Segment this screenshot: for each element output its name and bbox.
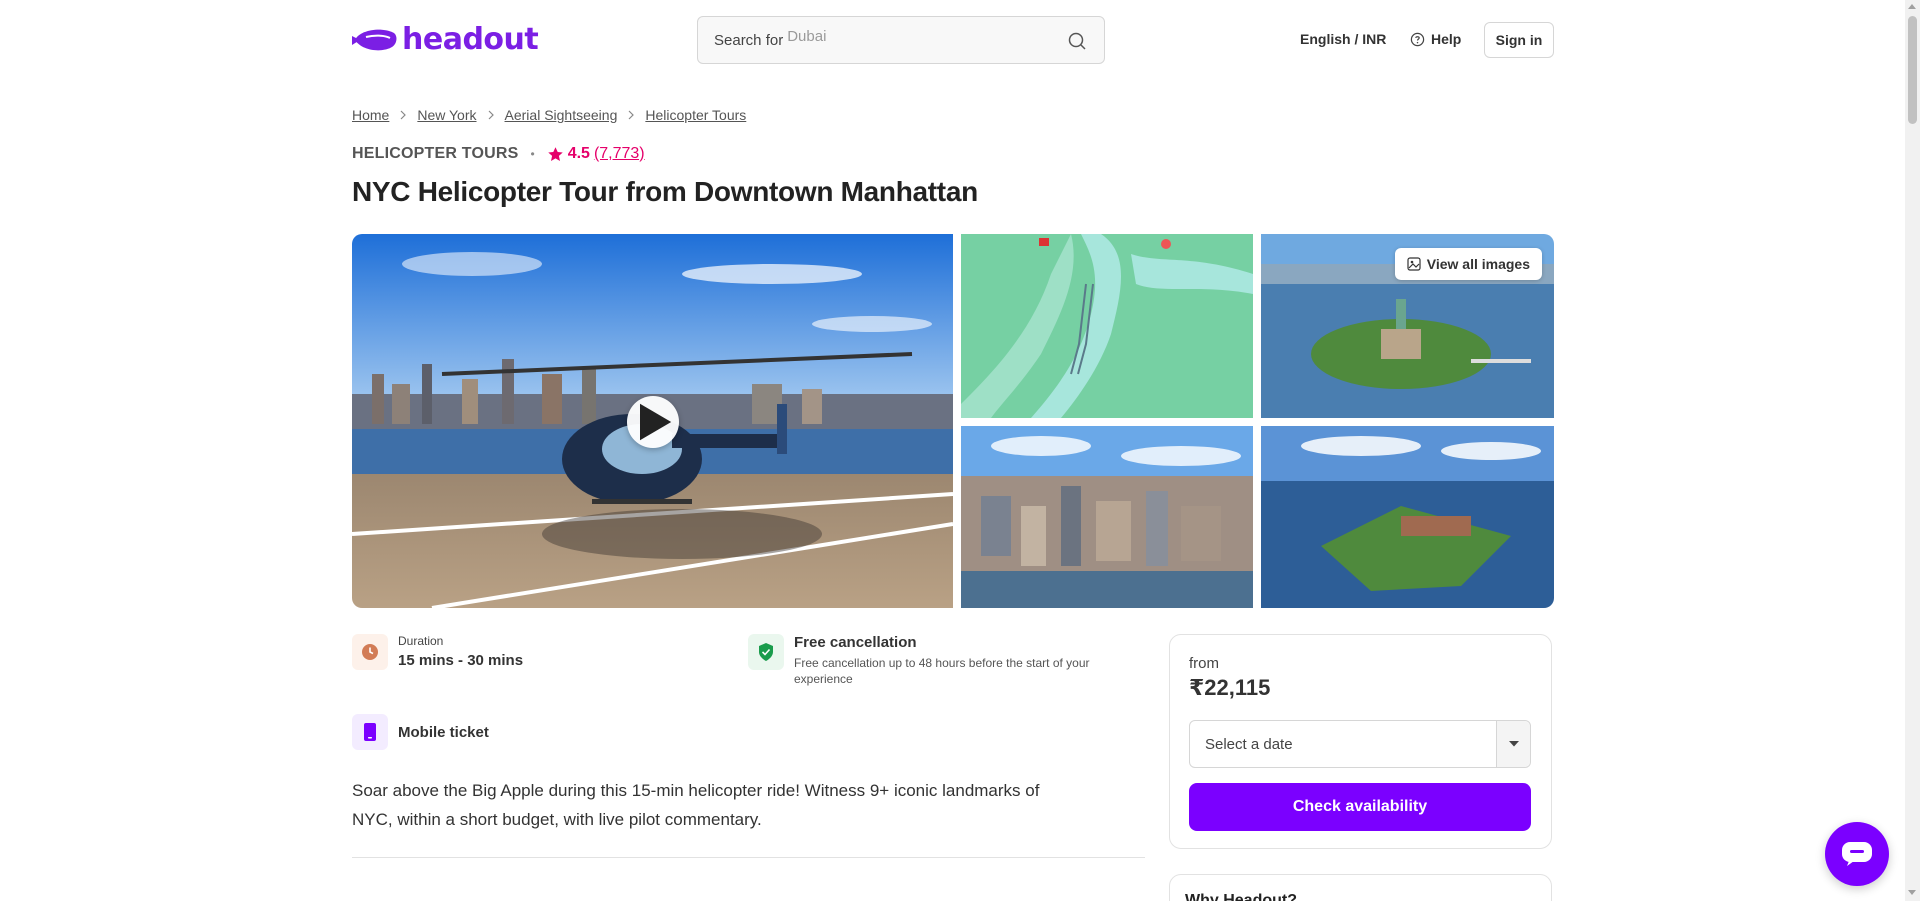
breadcrumb-helicopter-tours[interactable]: Helicopter Tours — [645, 107, 746, 123]
image-icon — [1407, 257, 1421, 271]
sign-in-button[interactable]: Sign in — [1484, 22, 1554, 58]
why-headout-title: Why Headout? — [1185, 892, 1297, 901]
site-header: headout Search for Dubai English / INR H… — [0, 0, 1920, 80]
ellis-island-image[interactable] — [1261, 426, 1554, 608]
page-scrollbar[interactable] — [1905, 0, 1920, 901]
price-from-label: from — [1189, 655, 1219, 672]
booking-card: from ₹22,115 Select a date Check availab… — [1169, 634, 1552, 849]
why-headout-card: Why Headout? — [1169, 874, 1552, 901]
statue-of-liberty-image[interactable]: View all images — [1261, 234, 1554, 418]
blimp-logo-icon — [352, 29, 397, 50]
chat-support-button[interactable] — [1825, 822, 1889, 886]
duration-label: Duration — [398, 634, 444, 648]
help-circle-icon — [1410, 32, 1425, 46]
chevron-right-icon — [621, 108, 641, 122]
breadcrumb: Home New York Aerial Sightseeing Helicop… — [352, 107, 746, 123]
help-link[interactable]: Help — [1410, 31, 1461, 47]
star-icon — [547, 146, 563, 161]
manhattan-aerial-image[interactable] — [961, 426, 1253, 608]
shield-check-icon — [748, 634, 784, 670]
product-page: headout Search for Dubai English / INR H… — [0, 0, 1920, 901]
breadcrumb-home[interactable]: Home — [352, 107, 389, 123]
page-title: NYC Helicopter Tour from Downtown Manhat… — [352, 176, 978, 207]
chat-bubble-icon — [1842, 842, 1872, 866]
mobile-phone-icon — [352, 714, 388, 750]
cancellation-description: Free cancellation up to 48 hours before … — [794, 656, 1090, 686]
logo-text: headout — [402, 22, 539, 57]
review-count-link[interactable]: (7,773) — [594, 145, 645, 163]
date-select-placeholder: Select a date — [1205, 735, 1293, 753]
category-label[interactable]: HELICOPTER TOURS — [352, 145, 518, 163]
search-input[interactable]: Search for Dubai — [697, 16, 1105, 64]
section-divider — [352, 857, 1145, 858]
category-rating-row: HELICOPTER TOURS • 4.5 (7,773) — [352, 145, 645, 163]
language-currency-selector[interactable]: English / INR — [1300, 31, 1386, 47]
chevron-right-icon — [393, 108, 413, 122]
separator-dot: • — [530, 147, 535, 161]
search-placeholder: Dubai — [787, 27, 827, 45]
play-icon — [640, 403, 672, 441]
view-all-images-label: View all images — [1426, 256, 1530, 272]
price-value: ₹22,115 — [1189, 675, 1271, 700]
search-label: Search for — [714, 31, 784, 49]
breadcrumb-aerial-sightseeing[interactable]: Aerial Sightseeing — [505, 107, 618, 123]
date-select-dropdown[interactable]: Select a date — [1189, 720, 1531, 768]
product-description: Soar above the Big Apple during this 15-… — [352, 781, 1040, 829]
help-label: Help — [1431, 31, 1462, 47]
headout-logo[interactable]: headout — [352, 22, 539, 57]
view-all-images-button[interactable]: View all images — [1394, 248, 1542, 280]
chevron-right-icon — [481, 108, 501, 122]
check-availability-button[interactable]: Check availability — [1189, 783, 1531, 831]
mobile-ticket-label: Mobile ticket — [398, 723, 489, 741]
play-video-button[interactable] — [627, 396, 679, 448]
scroll-down-arrow-icon[interactable] — [1908, 890, 1916, 895]
cancellation-title: Free cancellation — [794, 634, 917, 651]
route-map-image[interactable] — [961, 234, 1253, 418]
main-video-thumbnail[interactable] — [352, 234, 953, 608]
duration-value: 15 mins - 30 mins — [398, 652, 524, 669]
clock-icon — [352, 634, 388, 670]
rating-value: 4.5 — [567, 145, 590, 162]
breadcrumb-new-york[interactable]: New York — [417, 107, 476, 123]
free-cancellation-feature: Free cancellation Free cancellation up t… — [748, 634, 1114, 687]
duration-feature: Duration 15 mins - 30 mins — [352, 634, 523, 670]
search-icon[interactable] — [1066, 30, 1088, 52]
mobile-ticket-feature: Mobile ticket — [352, 714, 489, 750]
image-gallery: View all images — [352, 234, 1554, 608]
caret-down-icon[interactable] — [1496, 721, 1530, 767]
scroll-up-arrow-icon[interactable] — [1908, 4, 1916, 9]
scrollbar-thumb[interactable] — [1908, 16, 1917, 124]
